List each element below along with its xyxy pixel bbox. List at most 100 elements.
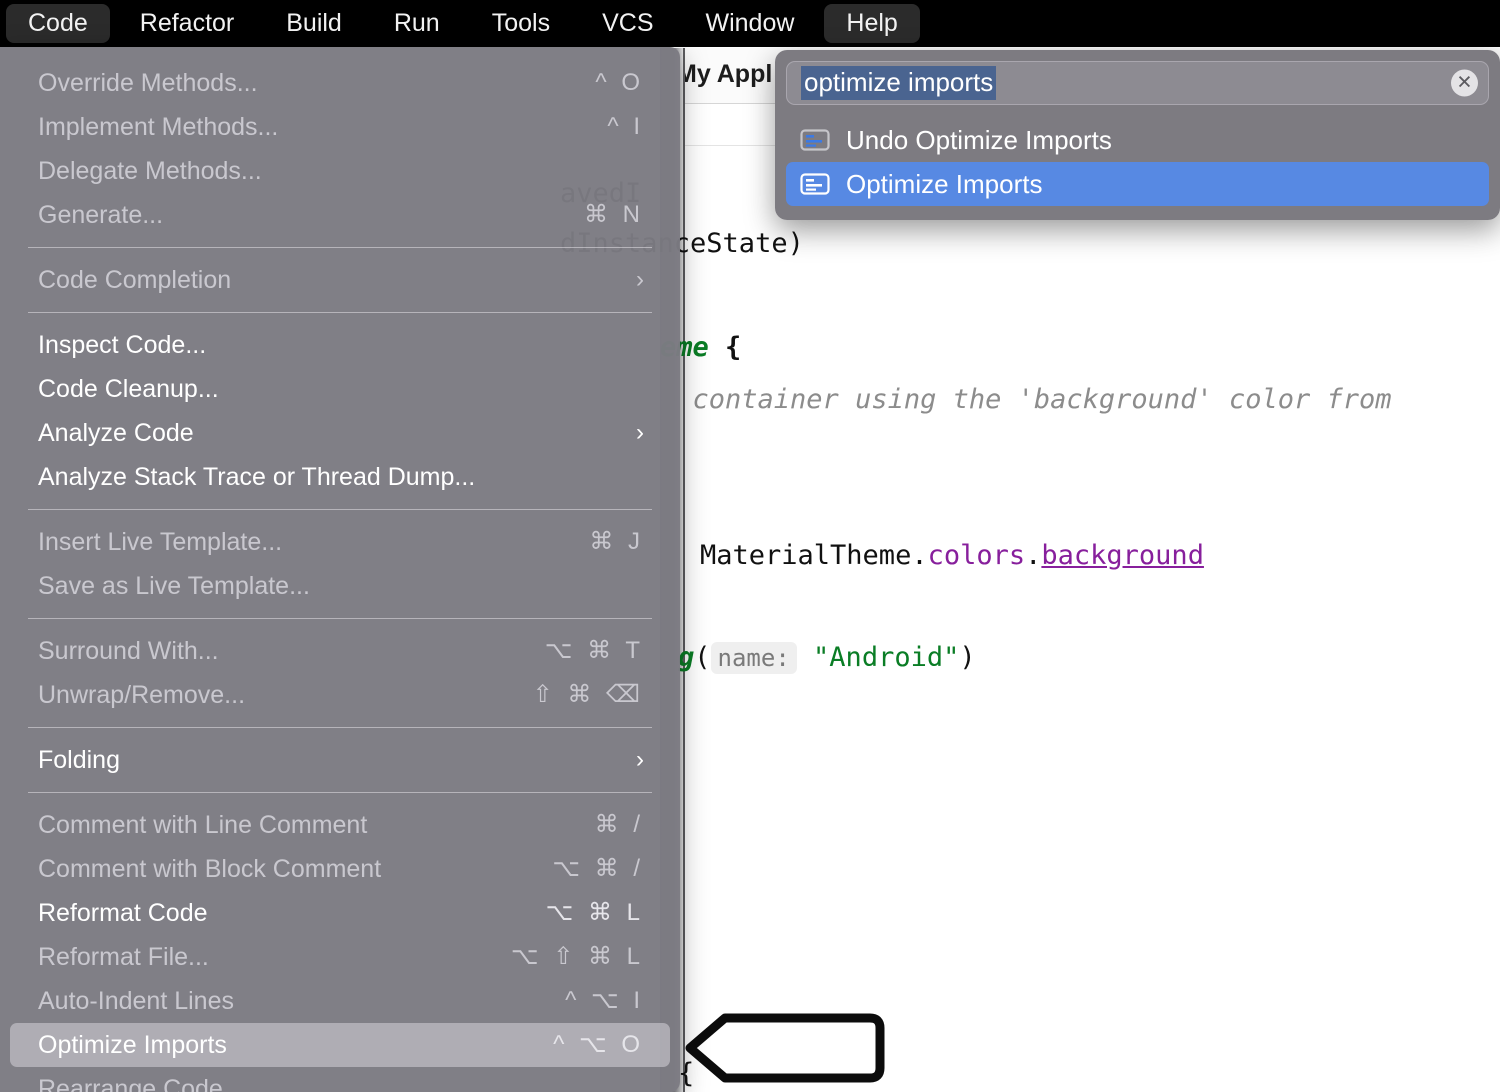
menu-item-shortcut: ⇧ ⌘ ⌫ [533, 683, 644, 707]
code-token: ( [694, 642, 710, 673]
menu-item-auto-indent-lines: Auto-Indent Lines ^ ⌥ I [10, 979, 670, 1023]
menu-item-generate: Generate... ⌘ N [10, 193, 670, 237]
menu-separator [28, 792, 652, 793]
parameter-hint: name: [711, 642, 797, 674]
search-everywhere-popup: optimize imports ✕ Undo Optimize Imports… [775, 50, 1500, 220]
menu-item-shortcut: ⌘ J [589, 530, 644, 554]
menu-item-reformat-code[interactable]: Reformat Code ⌥ ⌘ L [10, 891, 670, 935]
menu-separator [28, 727, 652, 728]
menu-item-label: Folding [38, 748, 120, 773]
menubar-item-code[interactable]: Code [6, 4, 110, 43]
code-token: g [678, 642, 694, 673]
menu-item-shortcut: ⌘ / [595, 813, 644, 837]
callout-annotation-arrow [685, 1012, 885, 1084]
code-token: MaterialTheme. [700, 540, 928, 571]
menu-item-shortcut: ⌘ N [584, 203, 644, 227]
optimize-imports-undo-icon [800, 128, 830, 152]
menu-item-label: Analyze Code [38, 421, 194, 446]
menu-item-label: Delegate Methods... [38, 159, 262, 184]
menu-item-label: Code Completion [38, 268, 231, 293]
menu-item-unwrap-remove: Unwrap/Remove... ⇧ ⌘ ⌫ [10, 673, 670, 717]
app-window: My Appl avedIdInstanceState)eme {e conta… [0, 0, 1500, 1092]
code-line: MaterialTheme.colors.background [700, 540, 1204, 571]
menu-item-label: Analyze Stack Trace or Thread Dump... [38, 465, 475, 490]
menu-item-label: Save as Live Template... [38, 574, 310, 599]
menu-item-rearrange-code: Rearrange Code [10, 1067, 670, 1092]
code-token: . [1025, 540, 1041, 571]
optimize-imports-icon [800, 172, 830, 196]
editor-gutter-divider [683, 48, 685, 1092]
code-token: colors [928, 540, 1026, 571]
menu-item-label: Unwrap/Remove... [38, 683, 245, 708]
menu-item-analyze-stack-trace-or-thread-dump[interactable]: Analyze Stack Trace or Thread Dump... [10, 455, 670, 499]
menu-item-label: Code Cleanup... [38, 377, 219, 402]
menu-item-shortcut: ⌥ ⌘ / [552, 857, 644, 881]
search-result-label: Optimize Imports [846, 171, 1043, 197]
menu-item-label: Optimize Imports [38, 1033, 227, 1058]
menubar-item-window[interactable]: Window [684, 4, 817, 43]
menu-item-label: Comment with Line Comment [38, 813, 367, 838]
menu-item-label: Implement Methods... [38, 115, 278, 140]
code-menu-dropdown: Override Methods... ^ O Implement Methods.… [0, 47, 680, 1092]
menu-item-delegate-methods: Delegate Methods... [10, 149, 670, 193]
search-input-value[interactable]: optimize imports [801, 66, 996, 100]
menu-item-reformat-file: Reformat File... ⌥ ⇧ ⌘ L [10, 935, 670, 979]
code-line: g(name: "Android") [678, 642, 976, 673]
menu-item-shortcut: ^ O [595, 71, 644, 95]
menu-separator [28, 312, 652, 313]
menubar-item-help[interactable]: Help [824, 4, 919, 43]
menu-item-shortcut: ⌥ ⌘ T [545, 639, 644, 663]
menu-item-label: Auto-Indent Lines [38, 989, 234, 1014]
menubar-item-run[interactable]: Run [372, 4, 462, 43]
menu-item-optimize-imports[interactable]: Optimize Imports ^ ⌥ O [10, 1023, 670, 1067]
code-token: ) [959, 642, 975, 673]
menu-item-surround-with: Surround With... ⌥ ⌘ T [10, 629, 670, 673]
code-token: { [725, 332, 741, 363]
menu-item-save-as-live-template: Save as Live Template... [10, 564, 670, 608]
search-field[interactable]: optimize imports ✕ [786, 61, 1489, 105]
menu-item-folding[interactable]: Folding › [10, 738, 670, 782]
menubar-item-refactor[interactable]: Refactor [118, 4, 256, 43]
menu-item-comment-with-line-comment: Comment with Line Comment ⌘ / [10, 803, 670, 847]
menu-item-insert-live-template: Insert Live Template... ⌘ J [10, 520, 670, 564]
editor-tab-title[interactable]: My Appl [676, 60, 772, 89]
menu-item-label: Insert Live Template... [38, 530, 282, 555]
menu-item-label: Surround With... [38, 639, 219, 664]
menu-separator [28, 509, 652, 510]
menu-item-label: Rearrange Code [38, 1077, 223, 1092]
menu-item-label: Override Methods... [38, 71, 258, 96]
search-result-undo-optimize-imports[interactable]: Undo Optimize Imports [786, 118, 1489, 162]
menu-item-code-cleanup[interactable]: Code Cleanup... [10, 367, 670, 411]
menubar-item-build[interactable]: Build [264, 4, 364, 43]
chevron-right-icon: › [636, 748, 644, 772]
menu-item-analyze-code[interactable]: Analyze Code › [10, 411, 670, 455]
menu-item-code-completion: Code Completion › [10, 258, 670, 302]
menu-separator [28, 618, 652, 619]
menu-item-label: Reformat File... [38, 945, 209, 970]
menu-item-label: Comment with Block Comment [38, 857, 381, 882]
menu-item-shortcut: ^ ⌥ O [553, 1033, 644, 1057]
code-token: e container using the 'background' color… [660, 384, 1392, 415]
menu-item-comment-with-block-comment: Comment with Block Comment ⌥ ⌘ / [10, 847, 670, 891]
menubar-item-vcs[interactable]: VCS [580, 4, 675, 43]
menu-separator [28, 247, 652, 248]
menu-item-shortcut: ^ ⌥ I [565, 989, 644, 1013]
menu-item-override-methods: Override Methods... ^ O [10, 61, 670, 105]
search-result-label: Undo Optimize Imports [846, 127, 1112, 153]
code-line: e container using the 'background' color… [660, 384, 1392, 415]
menu-bar: CodeRefactorBuildRunToolsVCSWindowHelp [0, 0, 1500, 47]
chevron-right-icon: › [636, 421, 644, 445]
search-result-optimize-imports[interactable]: Optimize Imports [786, 162, 1489, 206]
menu-item-inspect-code[interactable]: Inspect Code... [10, 323, 670, 367]
menu-item-shortcut: ⌥ ⇧ ⌘ L [511, 945, 644, 969]
chevron-right-icon: › [636, 268, 644, 292]
menu-item-label: Reformat Code [38, 901, 208, 926]
code-token [797, 642, 813, 673]
search-results-list: Undo Optimize Imports Optimize Imports [786, 118, 1489, 206]
menu-item-label: Inspect Code... [38, 333, 206, 358]
menubar-item-tools[interactable]: Tools [470, 4, 572, 43]
code-token: background [1041, 540, 1204, 571]
menu-item-label: Generate... [38, 203, 163, 228]
menu-item-shortcut: ⌥ ⌘ L [546, 901, 644, 925]
clear-search-icon[interactable]: ✕ [1451, 70, 1478, 97]
